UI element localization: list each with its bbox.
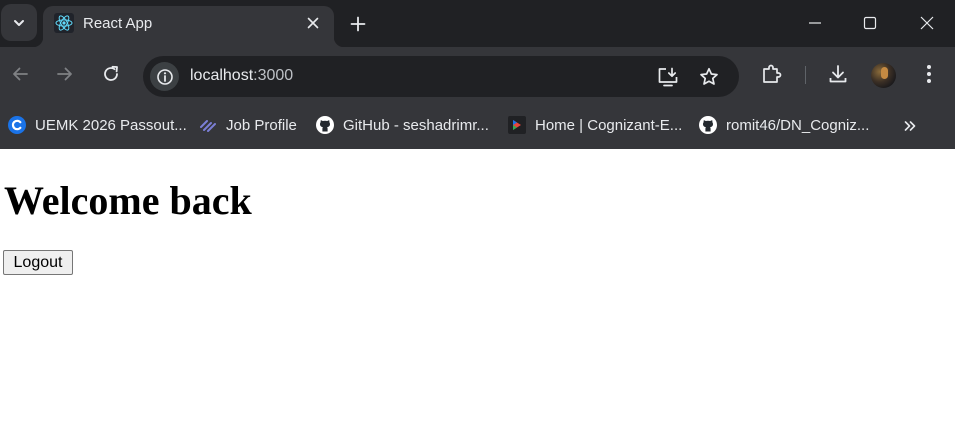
download-icon xyxy=(829,65,847,83)
toolbar: localhost:3000 xyxy=(0,47,955,102)
double-chevron-right-icon xyxy=(904,121,916,131)
extensions-button[interactable] xyxy=(759,61,785,87)
install-app-icon xyxy=(658,67,678,87)
bookmark-label: Job Profile xyxy=(226,116,297,134)
logout-button[interactable]: Logout xyxy=(3,250,73,275)
forward-button[interactable] xyxy=(52,61,78,87)
bookmark-label: GitHub - seshadrimr... xyxy=(343,116,489,134)
toolbar-separator xyxy=(805,66,806,84)
bookmarks-bar: UEMK 2026 Passout... Job Profile GitHub … xyxy=(0,102,955,149)
page-content: Welcome back Logout xyxy=(0,149,955,421)
chevron-down-icon xyxy=(14,19,24,26)
tab-close-button[interactable] xyxy=(303,13,323,33)
maximize-icon xyxy=(863,16,877,30)
url-text[interactable]: localhost:3000 xyxy=(190,67,293,85)
page-heading: Welcome back xyxy=(4,178,252,223)
profile-avatar[interactable] xyxy=(871,63,896,88)
react-icon xyxy=(54,13,74,33)
bookmark-item[interactable]: GitHub - seshadrimr... xyxy=(316,113,489,137)
reload-button[interactable] xyxy=(98,61,124,87)
bookmark-item[interactable]: romit46/DN_Cogniz... xyxy=(699,113,869,137)
github-icon xyxy=(699,116,717,134)
url-host: localhost xyxy=(190,67,254,84)
arrow-right-icon xyxy=(57,67,72,81)
tab-strip: React App xyxy=(0,0,955,47)
plus-icon xyxy=(350,16,366,32)
close-icon xyxy=(307,17,319,29)
stack-icon xyxy=(200,120,216,132)
bookmark-item[interactable]: UEMK 2026 Passout... xyxy=(8,113,187,137)
bookmark-label: romit46/DN_Cogniz... xyxy=(726,116,870,134)
info-icon xyxy=(156,68,173,85)
maximize-button[interactable] xyxy=(855,10,885,36)
arrow-left-icon xyxy=(13,67,28,81)
more-vertical-icon xyxy=(927,65,931,83)
circle-c-icon xyxy=(8,116,26,134)
bookmark-item[interactable]: Job Profile xyxy=(199,113,297,137)
minimize-button[interactable] xyxy=(800,10,830,36)
close-icon xyxy=(920,16,934,30)
cognizant-icon xyxy=(508,116,526,134)
reload-icon xyxy=(104,65,118,81)
bookmark-star-button[interactable] xyxy=(696,64,722,90)
back-button[interactable] xyxy=(7,61,33,87)
bookmark-item[interactable]: Home | Cognizant-E... xyxy=(508,113,682,137)
minimize-icon xyxy=(809,22,821,24)
tab-react-app[interactable]: React App xyxy=(33,6,344,47)
tab-search-button[interactable] xyxy=(1,4,37,41)
url-port: :3000 xyxy=(253,67,294,84)
close-window-button[interactable] xyxy=(912,10,942,36)
downloads-button[interactable] xyxy=(825,61,851,87)
puzzle-icon xyxy=(763,64,782,83)
bookmark-label: Home | Cognizant-E... xyxy=(535,116,683,134)
more-bookmarks-button[interactable] xyxy=(898,115,922,137)
star-icon xyxy=(700,67,718,85)
address-bar[interactable]: localhost:3000 xyxy=(143,56,739,97)
install-app-button[interactable] xyxy=(655,64,681,90)
new-tab-button[interactable] xyxy=(346,12,370,36)
chrome-menu-button[interactable] xyxy=(916,61,942,87)
github-icon xyxy=(316,116,334,134)
bookmark-label: UEMK 2026 Passout... xyxy=(35,116,187,134)
site-info-button[interactable] xyxy=(150,62,179,91)
tab-title: React App xyxy=(83,15,153,32)
